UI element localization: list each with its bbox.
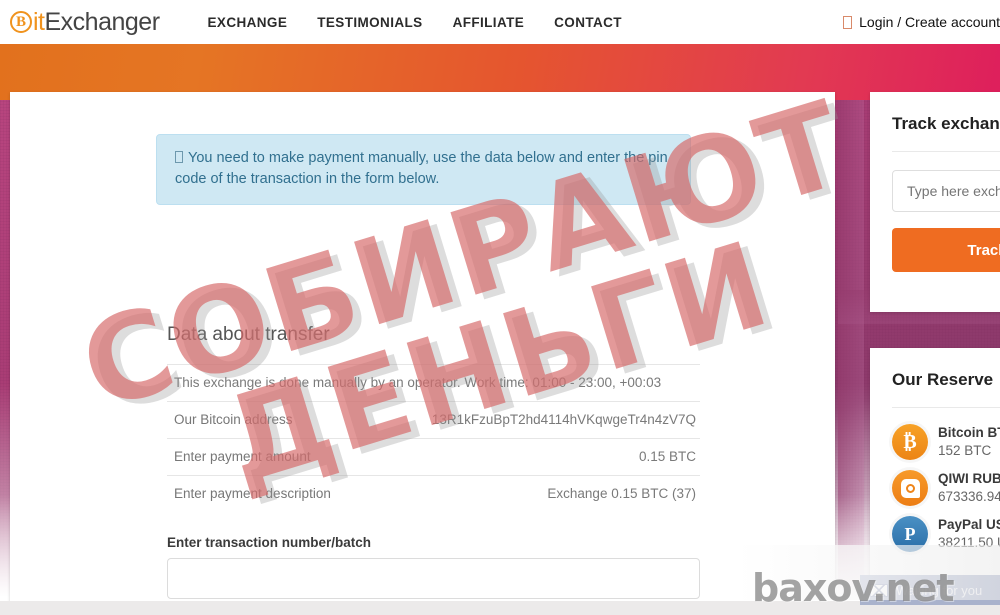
track-exchange-panel: Track exchange Track <box>870 92 1000 312</box>
list-item[interactable]: P PayPal USD 38211.50 USD <box>892 516 1000 552</box>
reserve-name-bitcoin: Bitcoin BTC <box>938 424 1000 440</box>
track-exchange-title: Track exchange <box>892 114 1000 133</box>
reserve-list: ₿ Bitcoin BTC 152 BTC QIWI RUB 673336.94… <box>870 408 1000 552</box>
nav-item-testimonials[interactable]: TESTIMONIALS <box>317 15 422 30</box>
row-value-payment-description[interactable]: Exchange 0.15 BTC (37) <box>367 476 700 513</box>
row-value-bitcoin-address[interactable]: 13R1kFzuBpT2hd4114hVKqwgeTr4n4zV7Q <box>367 402 700 439</box>
browser-bottom-strip <box>0 601 1000 615</box>
section-title-data-about-transfer: Data about transfer <box>167 324 330 345</box>
nav-item-exchange[interactable]: EXCHANGE <box>208 15 288 30</box>
login-create-account-link[interactable]: Login / Create account <box>859 14 1000 30</box>
main-content-card: You need to make payment manually, use t… <box>10 92 835 602</box>
user-icon <box>843 15 853 29</box>
reserve-amount-qiwi: 673336.94 RUB <box>938 488 1000 504</box>
envelope-icon <box>870 583 888 597</box>
chat-status-text: Waiting for you <box>896 582 983 598</box>
info-icon <box>175 151 183 163</box>
reserve-amount-paypal: 38211.50 USD <box>938 534 1000 550</box>
divider <box>892 151 1000 152</box>
operator-notice: This exchange is done manually by an ope… <box>174 375 662 390</box>
our-reserve-panel: Our Reserve ₿ Bitcoin BTC 152 BTC QIWI R… <box>870 348 1000 602</box>
nav-links: EXCHANGE TESTIMONIALS AFFILIATE CONTACT <box>208 15 622 30</box>
list-item[interactable]: QIWI RUB 673336.94 RUB <box>892 470 1000 506</box>
transfer-details-table: This exchange is done manually by an ope… <box>167 364 700 512</box>
row-value-payment-amount[interactable]: 0.15 BTC <box>367 439 700 476</box>
logo-text-it: it <box>33 7 45 36</box>
reserve-name-paypal: PayPal USD <box>938 516 1000 532</box>
page-root: B it Exchanger EXCHANGE TESTIMONIALS AFFI… <box>0 0 1000 615</box>
track-exchange-input[interactable] <box>892 170 1000 212</box>
table-row: Our Bitcoin address 13R1kFzuBpT2hd4114hV… <box>167 401 700 439</box>
table-row-notice: This exchange is done manually by an ope… <box>167 364 700 402</box>
reserve-name-qiwi: QIWI RUB <box>938 470 1000 486</box>
bitcoin-coin-icon: B <box>10 11 32 33</box>
nav-right: Login / Create account <box>843 0 1000 44</box>
table-row: Enter payment description Exchange 0.15 … <box>167 475 700 513</box>
transaction-number-input[interactable] <box>167 558 700 599</box>
site-logo[interactable]: B it Exchanger <box>10 8 160 37</box>
list-item[interactable]: ₿ Bitcoin BTC 152 BTC <box>892 424 1000 460</box>
nav-item-affiliate[interactable]: AFFILIATE <box>453 15 525 30</box>
reserve-amount-bitcoin: 152 BTC <box>938 442 992 458</box>
payment-instruction-alert: You need to make payment manually, use t… <box>156 134 691 206</box>
chat-status-widget[interactable]: Waiting for you <box>860 575 1000 605</box>
top-navbar: B it Exchanger EXCHANGE TESTIMONIALS AFFI… <box>0 0 1000 44</box>
row-label-payment-description: Enter payment description <box>174 486 331 501</box>
transaction-number-label: Enter transaction number/batch <box>167 535 372 550</box>
row-label-payment-amount: Enter payment amount <box>174 449 311 464</box>
paypal-icon: P <box>892 516 928 552</box>
table-row: Enter payment amount 0.15 BTC <box>167 438 700 476</box>
bitcoin-icon: ₿ <box>892 424 928 460</box>
qiwi-icon <box>892 470 928 506</box>
alert-text: You need to make payment manually, use t… <box>175 150 668 188</box>
nav-item-contact[interactable]: CONTACT <box>554 15 622 30</box>
track-button[interactable]: Track <box>892 228 1000 272</box>
logo-text-rest: Exchanger <box>44 7 161 36</box>
our-reserve-title: Our Reserve <box>892 370 994 389</box>
row-label-bitcoin-address: Our Bitcoin address <box>174 412 293 427</box>
